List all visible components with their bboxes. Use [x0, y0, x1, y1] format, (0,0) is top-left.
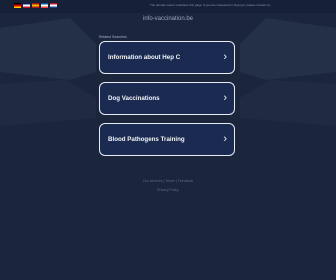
- french-flag-icon[interactable]: [41, 3, 48, 8]
- top-bar: The domain owner maintains this page. If…: [0, 0, 336, 13]
- spanish-flag-icon[interactable]: [32, 3, 39, 8]
- related-searches-label: Related Searches: [99, 35, 127, 39]
- footer-links[interactable]: Our services | Terms | Feedback: [0, 179, 336, 183]
- link-information-about-hep-c[interactable]: Information about Hep C ›: [99, 41, 235, 74]
- domain-name: info-vaccination.be: [142, 16, 194, 22]
- chevron-right-icon: ›: [223, 92, 227, 104]
- link-label: Information about Hep C: [108, 54, 181, 61]
- link-dog-vaccinations[interactable]: Dog Vaccinations ›: [99, 82, 235, 115]
- link-label: Blood Pathogens Training: [108, 136, 185, 143]
- privacy-policy-link[interactable]: Privacy Policy: [0, 188, 336, 192]
- british-flag-icon[interactable]: [23, 3, 30, 8]
- chevron-right-icon: ›: [223, 133, 227, 145]
- link-label: Dog Vaccinations: [108, 95, 160, 102]
- language-flags: [14, 3, 57, 8]
- domain-notice: The domain owner maintains this page. If…: [150, 3, 271, 7]
- german-flag-icon[interactable]: [14, 3, 21, 8]
- dutch-flag-icon[interactable]: [50, 3, 57, 8]
- link-blood-pathogens-training[interactable]: Blood Pathogens Training ›: [99, 123, 235, 156]
- chevron-right-icon: ›: [223, 51, 227, 63]
